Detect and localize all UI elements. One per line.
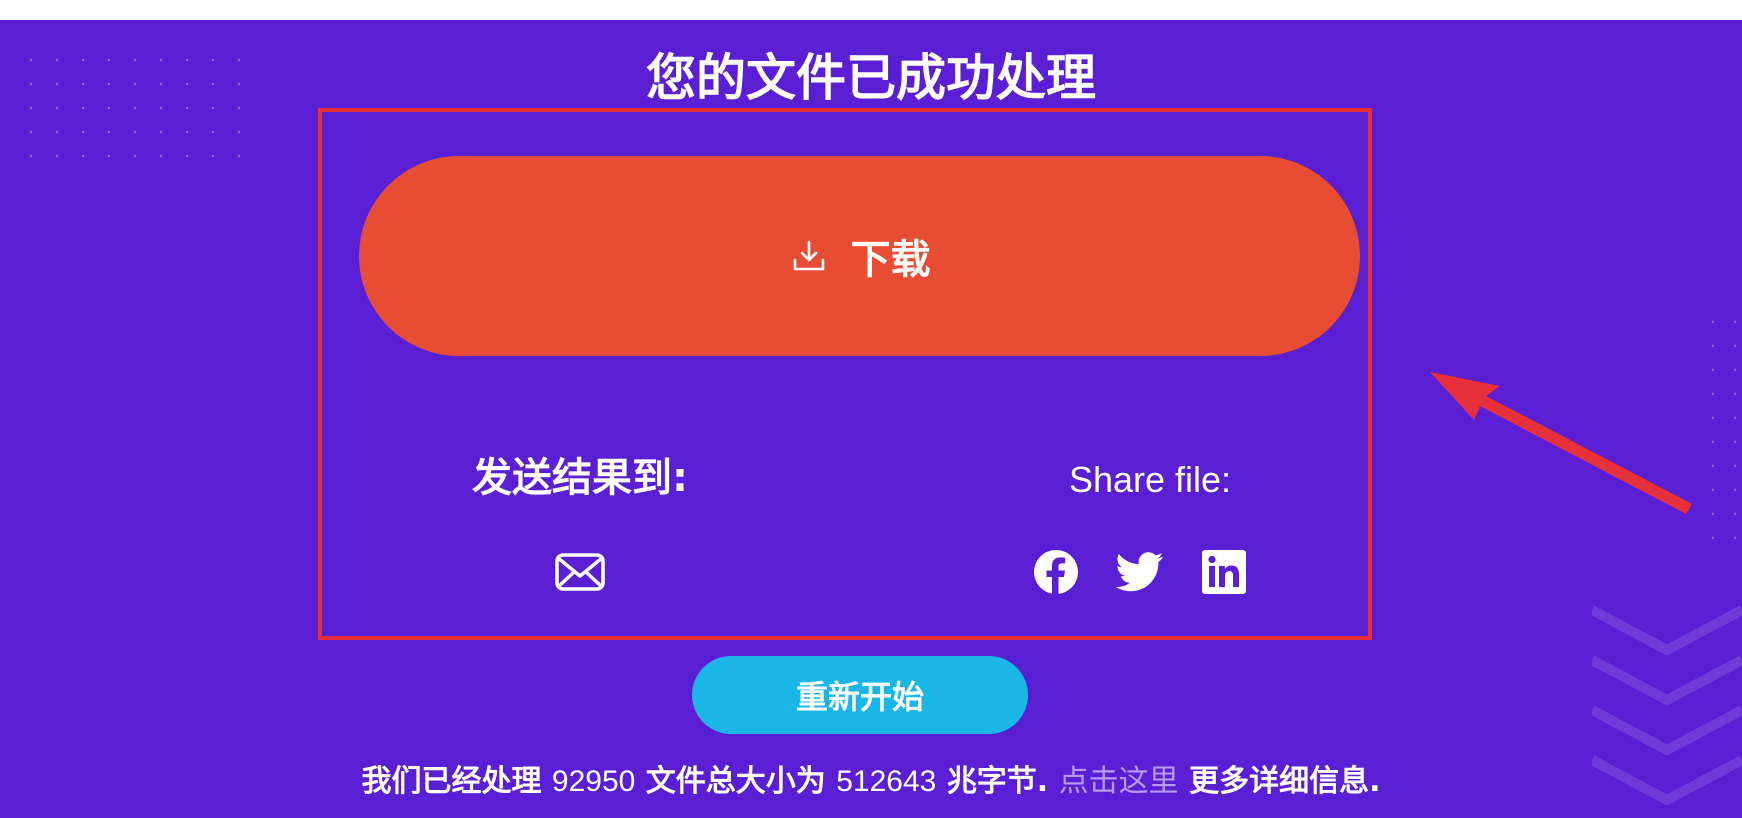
- twitter-icon: [1116, 552, 1164, 592]
- top-strip: [0, 0, 1742, 20]
- share-twitter-button[interactable]: [1115, 547, 1165, 597]
- share-linkedin-button[interactable]: [1199, 547, 1249, 597]
- details-link[interactable]: 点击这里: [1059, 764, 1179, 799]
- restart-button[interactable]: 重新开始: [692, 656, 1028, 734]
- social-share-row: [1010, 540, 1270, 604]
- result-panel: 您的文件已成功处理 下载 发送结果到: Share file: 重新开始 我们已…: [0, 20, 1742, 818]
- send-results-label: 发送结果到:: [472, 455, 688, 501]
- page-title: 您的文件已成功处理: [646, 49, 1096, 107]
- email-button[interactable]: [550, 542, 610, 602]
- stats-suffix: 更多详细信息.: [1189, 764, 1381, 799]
- envelope-icon: [555, 553, 605, 591]
- stats-prefix: 我们已经处理: [361, 764, 542, 799]
- stats-total-size: 512643: [836, 765, 937, 798]
- stats-unit: 兆字节.: [946, 764, 1049, 799]
- download-label: 下载: [850, 237, 931, 283]
- annotation-arrow-icon: [1430, 372, 1692, 514]
- download-icon: [793, 240, 824, 271]
- share-file-label: Share file:: [1068, 459, 1232, 500]
- stats-middle: 文件总大小为: [645, 764, 826, 799]
- linkedin-icon: [1202, 550, 1246, 594]
- processing-stats: 我们已经处理 92950 文件总大小为 512643 兆字节. 点击这里 更多详…: [0, 762, 1742, 802]
- facebook-icon: [1034, 550, 1078, 594]
- stats-files-count: 92950: [551, 765, 636, 798]
- share-facebook-button[interactable]: [1031, 547, 1081, 597]
- download-button[interactable]: 下载: [359, 156, 1360, 356]
